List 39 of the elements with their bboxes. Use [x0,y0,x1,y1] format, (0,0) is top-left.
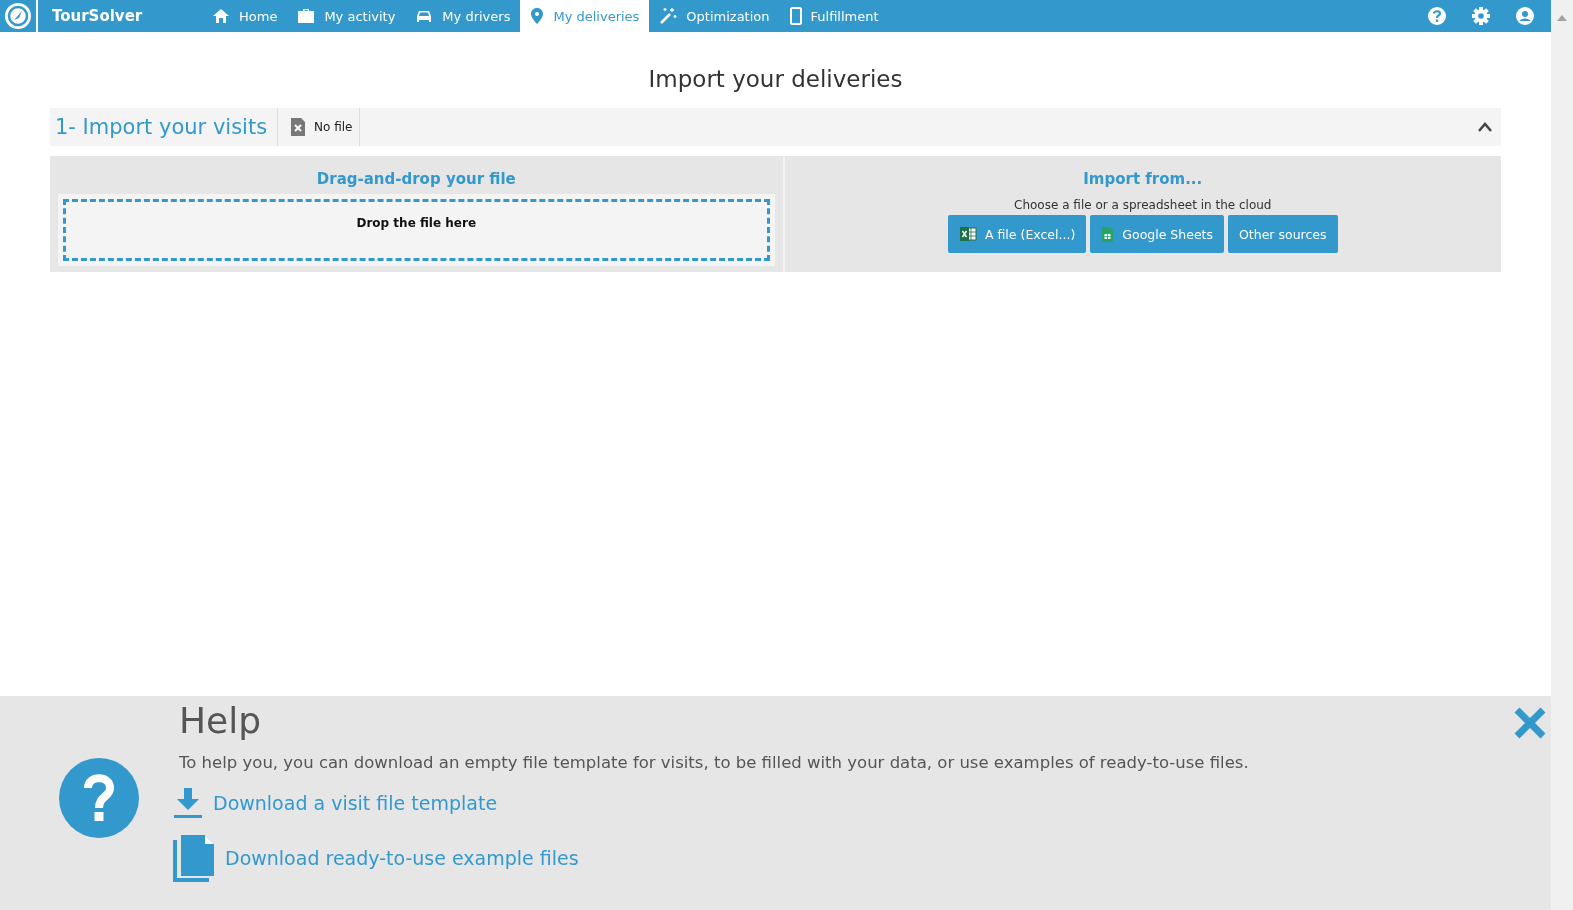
app-name: TourSolver [52,7,144,25]
help-title: Help [179,700,263,741]
close-icon[interactable] [1513,706,1547,740]
help-icon [59,758,139,838]
magic-wand-icon [659,7,678,25]
import-source-button[interactable]: A file (Excel...) [947,215,1087,253]
nav-tab[interactable]: My deliveries [520,0,650,32]
map-pin-icon [530,7,545,25]
scroll-up-arrow-icon[interactable] [1556,14,1568,22]
nav-tab[interactable]: Optimization [649,0,780,32]
page-title: Import your deliveries [647,66,904,92]
smartphone-icon [789,7,802,25]
spreadsheet-icon [1101,225,1115,243]
settings-icon[interactable] [1471,6,1491,26]
nav-tab[interactable]: Fulfillment [779,0,889,32]
collapse-chevron-icon[interactable] [1477,121,1493,133]
help-text: To help you, you can download an empty file template for visits, to be filled with your data, or use examples of ready-to-use files. [179,753,1249,772]
section-title: 1- Import your visits [50,108,279,146]
documents-icon [173,834,215,882]
import-instructions: Choose a file or a spreadsheet in the cloud [1014,198,1272,212]
download-link[interactable]: Download ready-to-use example files [173,834,1249,882]
scrollbar[interactable] [1551,0,1573,910]
no-file-icon [290,117,307,137]
download-link[interactable]: Download a visit file template [173,786,1249,820]
nav-tab[interactable]: Home [202,0,288,32]
briefcase-icon [297,8,316,24]
panel-title: Drag-and-drop your file [316,170,516,188]
car-icon [415,8,434,24]
nav-tab[interactable]: My activity [287,0,406,32]
home-icon [212,8,230,24]
panel-title: Import from... [1083,170,1203,188]
spreadsheet-icon [958,226,977,242]
help-icon[interactable] [1427,6,1447,26]
download-icon [173,786,203,820]
nav-tab[interactable]: My drivers [405,0,521,32]
import-source-button[interactable]: Other sources [1228,215,1338,253]
import-source-button[interactable]: Google Sheets [1090,215,1224,253]
user-account-icon[interactable] [1515,6,1535,26]
file-status: No file [314,120,353,134]
